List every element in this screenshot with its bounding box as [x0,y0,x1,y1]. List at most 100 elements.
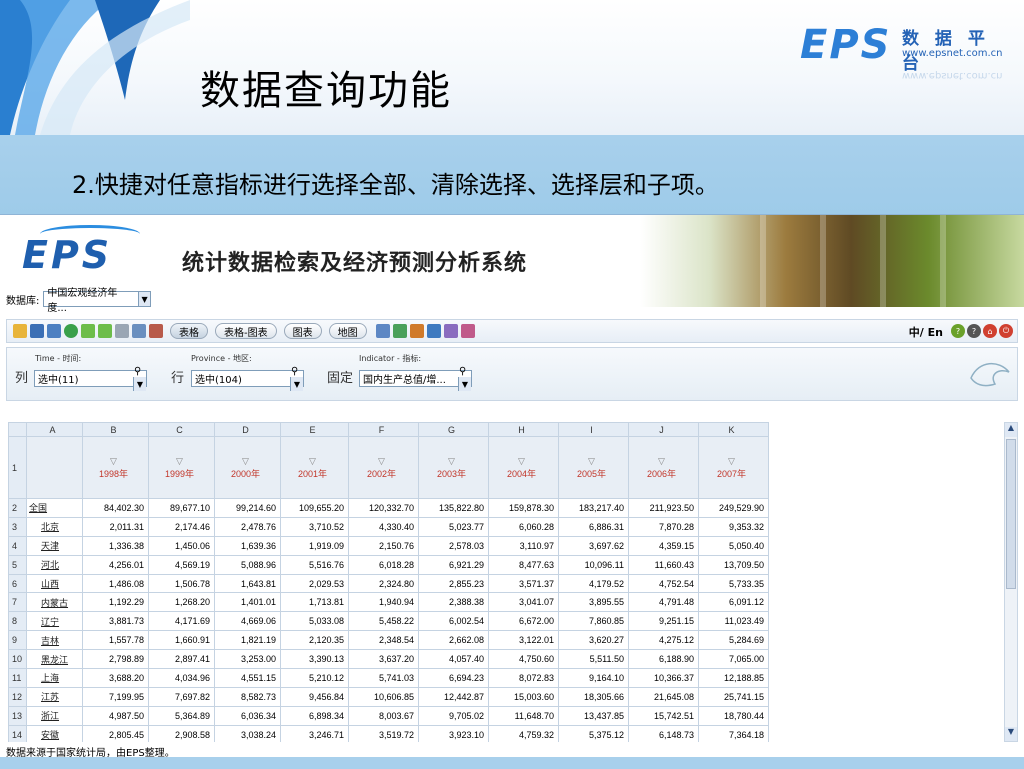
refresh-icon[interactable] [64,324,78,338]
value-cell: 3,895.55 [558,592,630,613]
year-header[interactable]: ▽ 2005年 [558,436,630,499]
chevron-down-icon[interactable]: ▼ [137,292,151,306]
value-cell: 13,709.50 [698,554,770,575]
row-number: 1 [8,436,28,499]
grid-icon[interactable] [375,324,390,338]
query-panel: Time - 时间: 列 选中(11) ⚲ ▼ Province - 地区: 行 选… [6,347,1018,401]
column-header-g[interactable]: G [418,422,490,437]
year-header[interactable]: ▽ 2007年 [698,436,770,499]
column-header-c[interactable]: C [148,422,216,437]
filter-triangle-icon[interactable]: ▽ [419,456,484,467]
filter-triangle-icon[interactable]: ▽ [83,456,144,467]
value-cell: 4,275.12 [628,630,700,651]
column-header-d[interactable]: D [214,422,282,437]
value-cell: 3,881.73 [82,611,150,632]
column-header-k[interactable]: K [698,422,770,437]
filter-triangle-icon[interactable]: ▽ [349,456,414,467]
table-row: 12 江苏 7,199.95 7,697.82 8,582.73 9,456.84 10,6… [8,686,770,707]
region-link[interactable]: 安徽 [26,724,84,742]
value-cell: 3,571.37 [488,573,560,594]
filter-triangle-icon[interactable]: ▽ [489,456,554,467]
open-folder-icon[interactable] [13,324,27,338]
tab-table-chart[interactable]: 表格-图表 [215,323,277,339]
info-icon[interactable]: ? [967,324,981,338]
value-cell: 159,878.30 [488,498,560,518]
tab-table[interactable]: 表格 [170,323,208,339]
filter-icon[interactable] [426,324,441,338]
filter-triangle-icon[interactable]: ▽ [699,456,764,467]
search-icon[interactable]: ⚲ [134,366,141,377]
back-arrow-icon[interactable] [81,324,95,338]
year-header[interactable]: ▽ 2001年 [280,436,350,499]
column-header-b[interactable]: B [82,422,150,437]
region-link[interactable]: 浙江 [26,705,84,726]
column-header-a[interactable]: A [26,422,84,437]
value-cell: 1,821.19 [214,630,282,651]
save-icon[interactable] [30,324,44,338]
scroll-thumb[interactable] [1006,439,1016,589]
region-link[interactable]: 上海 [26,668,84,688]
region-link[interactable]: 辽宁 [26,611,84,632]
settings-icon[interactable] [149,324,163,338]
calculator-icon[interactable] [409,324,424,338]
search-icon[interactable]: ⚲ [459,366,466,377]
analysis-icon[interactable] [460,324,475,338]
value-cell: 1,713.81 [280,592,350,613]
tab-chart[interactable]: 图表 [283,323,322,339]
language-toggle[interactable]: 中/ En [909,324,943,340]
year-header[interactable]: ▽ 2002年 [348,436,420,499]
forward-arrow-icon[interactable] [98,324,112,338]
year-header[interactable]: ▽ 2003年 [418,436,490,499]
column-header-e[interactable]: E [280,422,350,437]
year-header[interactable]: ▽ 2004年 [488,436,560,499]
year-header[interactable]: ▽ 1998年 [82,436,150,499]
region-link[interactable]: 内蒙古 [26,592,84,613]
province-select[interactable]: 选中(104) ⚲ ▼ [191,366,304,391]
filter-triangle-icon[interactable]: ▽ [215,456,276,467]
filter-triangle-icon[interactable]: ▽ [559,456,624,467]
vertical-scrollbar[interactable]: ▲ ▼ [1004,422,1018,742]
home-icon[interactable]: ⌂ [983,324,997,338]
exit-icon[interactable]: ⏻ [999,324,1013,338]
year-header[interactable]: ▽ 2006年 [628,436,700,499]
region-link[interactable]: 天津 [26,535,84,556]
column-letter-row: ABCDEFGHIJK [8,422,770,437]
region-link[interactable]: 江苏 [26,686,84,707]
value-cell: 5,210.12 [280,668,350,688]
column-header-f[interactable]: F [348,422,420,437]
year-header[interactable]: ▽ 1999年 [148,436,216,499]
scroll-up-icon[interactable]: ▲ [1005,423,1017,437]
chevron-down-icon[interactable]: ▼ [458,377,471,391]
time-select[interactable]: 选中(11) ⚲ ▼ [34,366,147,391]
bar-chart-icon[interactable] [443,324,458,338]
filter-triangle-icon[interactable]: ▽ [149,456,210,467]
value-cell: 9,353.32 [698,516,770,537]
region-link[interactable]: 黑龙江 [26,649,84,670]
filter-triangle-icon[interactable]: ▽ [629,456,694,467]
print-icon[interactable] [115,324,129,338]
filter-triangle-icon[interactable]: ▽ [281,456,344,467]
column-header-j[interactable]: J [628,422,700,437]
save-as-icon[interactable] [47,324,61,338]
chevron-down-icon[interactable]: ▼ [290,377,303,391]
table-row: 14 安徽 2,805.45 2,908.58 3,038.24 3,246.71 3,51… [8,724,770,742]
indicator-select[interactable]: 国内生产总值/增... ⚲ ▼ [359,366,472,391]
chart-edit-icon[interactable] [392,324,407,338]
row-number: 11 [8,668,28,688]
region-link[interactable]: 吉林 [26,630,84,651]
value-cell: 9,456.84 [280,686,350,707]
tab-map[interactable]: 地图 [328,323,367,339]
chevron-down-icon[interactable]: ▼ [133,377,146,391]
column-header-h[interactable]: H [488,422,560,437]
region-link[interactable]: 全国 [26,498,84,518]
help-icon[interactable]: ? [951,324,965,338]
region-link[interactable]: 北京 [26,516,84,537]
export-icon[interactable] [132,324,146,338]
database-select[interactable]: 中国宏观经济年度... ▼ [43,288,152,314]
region-link[interactable]: 河北 [26,554,84,575]
region-link[interactable]: 山西 [26,573,84,594]
search-icon[interactable]: ⚲ [291,366,298,377]
year-header[interactable]: ▽ 2000年 [214,436,282,499]
scroll-down-icon[interactable]: ▼ [1005,727,1017,741]
column-header-i[interactable]: I [558,422,630,437]
